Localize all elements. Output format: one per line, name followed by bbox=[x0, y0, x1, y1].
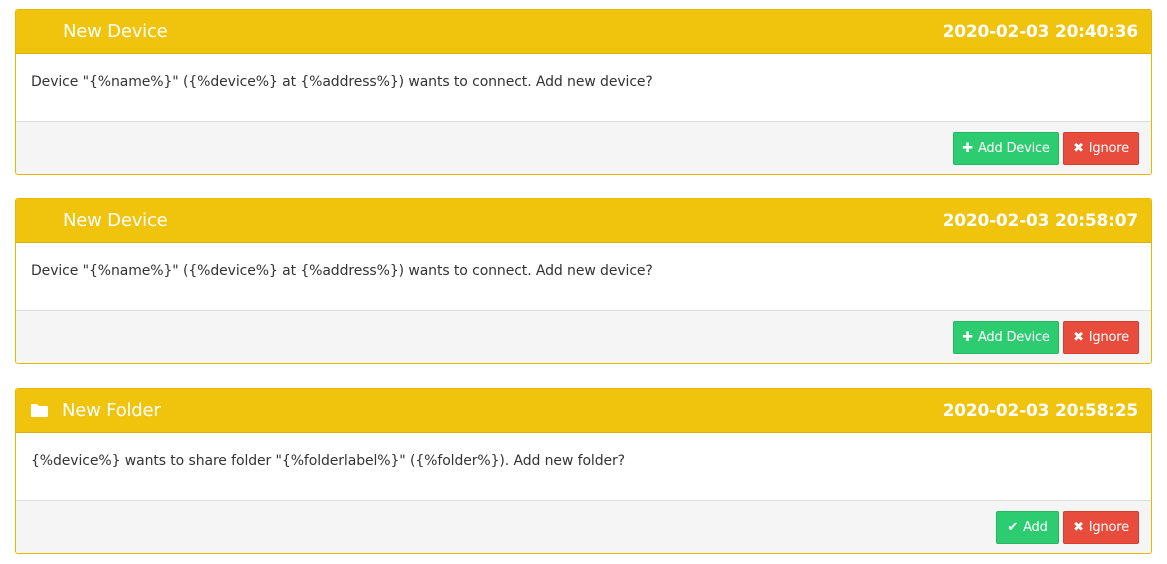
panel-footer: ✚ Add Device ✖ Ignore bbox=[16, 310, 1151, 363]
panel-timestamp: 2020-02-03 20:58:25 bbox=[942, 401, 1139, 421]
notification-panel-new-device-2: New Device 2020-02-03 20:58:07 Device "{… bbox=[15, 198, 1152, 364]
panel-timestamp: 2020-02-03 20:58:07 bbox=[942, 211, 1139, 231]
folder-icon bbox=[31, 404, 48, 417]
notification-panel-new-device-1: New Device 2020-02-03 20:40:36 Device "{… bbox=[15, 9, 1152, 175]
ignore-button[interactable]: ✖ Ignore bbox=[1063, 321, 1139, 354]
panel-message: Device "{%name%}" ({%device%} at {%addre… bbox=[31, 74, 653, 90]
add-device-button[interactable]: ✚ Add Device bbox=[953, 321, 1059, 354]
plus-icon: ✚ bbox=[962, 330, 973, 345]
panel-footer: ✔ Add ✖ Ignore bbox=[16, 500, 1151, 553]
panel-footer: ✚ Add Device ✖ Ignore bbox=[16, 121, 1151, 174]
add-device-label: Add Device bbox=[977, 141, 1050, 156]
ignore-button[interactable]: ✖ Ignore bbox=[1063, 132, 1139, 165]
add-label: Add bbox=[1023, 520, 1048, 535]
times-icon: ✖ bbox=[1073, 141, 1084, 156]
add-device-button[interactable]: ✚ Add Device bbox=[953, 132, 1059, 165]
panel-title: New Device bbox=[63, 21, 168, 42]
panel-message: {%device%} wants to share folder "{%fold… bbox=[31, 453, 625, 469]
add-device-label: Add Device bbox=[977, 330, 1050, 345]
notification-panel-new-folder: New Folder 2020-02-03 20:58:25 {%device%… bbox=[15, 388, 1152, 554]
check-icon: ✔ bbox=[1007, 520, 1019, 535]
panel-heading: New Device 2020-02-03 20:58:07 bbox=[16, 199, 1151, 243]
ignore-label: Ignore bbox=[1088, 141, 1129, 156]
ignore-button[interactable]: ✖ Ignore bbox=[1063, 511, 1139, 544]
panel-heading: New Folder 2020-02-03 20:58:25 bbox=[16, 389, 1151, 433]
plus-icon: ✚ bbox=[962, 141, 973, 156]
panel-title: New Device bbox=[63, 210, 168, 231]
ignore-label: Ignore bbox=[1088, 330, 1129, 345]
panel-message: Device "{%name%}" ({%device%} at {%addre… bbox=[31, 263, 653, 279]
panel-timestamp: 2020-02-03 20:40:36 bbox=[942, 22, 1139, 42]
times-icon: ✖ bbox=[1073, 520, 1084, 535]
panel-title: New Folder bbox=[62, 400, 161, 421]
add-folder-button[interactable]: ✔ Add bbox=[996, 511, 1059, 544]
ignore-label: Ignore bbox=[1088, 520, 1129, 535]
times-icon: ✖ bbox=[1073, 330, 1084, 345]
panel-heading: New Device 2020-02-03 20:40:36 bbox=[16, 10, 1151, 54]
